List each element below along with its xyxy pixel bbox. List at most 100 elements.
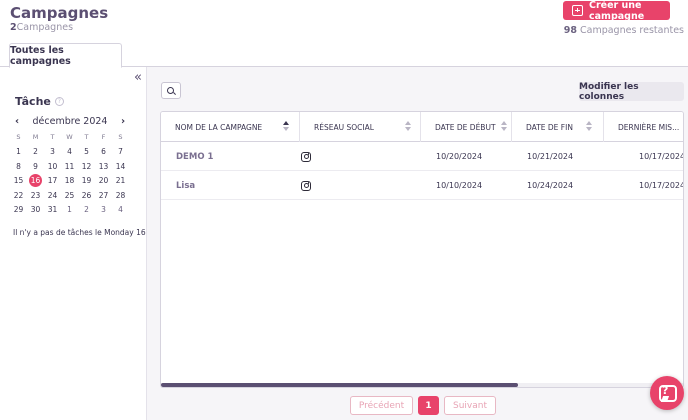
calendar-week: 15 16 17 18 19 20 21 bbox=[10, 174, 129, 189]
pagination: Précédent 1 Suivant bbox=[350, 396, 496, 415]
calendar-day[interactable]: 3 bbox=[95, 203, 112, 216]
calendar-day[interactable]: 10 bbox=[44, 160, 61, 173]
calendar-day[interactable]: 4 bbox=[112, 203, 129, 216]
create-campaign-button[interactable]: Créer une campagne bbox=[563, 0, 670, 22]
calendar-day-selected[interactable]: 16 bbox=[29, 174, 42, 188]
remaining-campaigns: 98 Campagnes restantes bbox=[564, 25, 684, 36]
campaign-count-number: 2 bbox=[10, 22, 17, 33]
sort-icon[interactable] bbox=[501, 121, 508, 133]
calendar-day[interactable]: 3 bbox=[44, 145, 61, 158]
calendar-day[interactable]: 25 bbox=[61, 189, 78, 202]
column-header-label: RÉSEAU SOCIAL bbox=[314, 122, 374, 132]
modify-columns-button[interactable]: Modifier les colonnes bbox=[579, 82, 684, 102]
calendar-day[interactable]: 1 bbox=[61, 203, 78, 216]
calendar-day[interactable]: 2 bbox=[27, 145, 44, 158]
calendar-week: 1234567 bbox=[10, 145, 129, 160]
prev-month-icon[interactable]: ‹ bbox=[10, 116, 24, 127]
task-title-text: Tâche bbox=[15, 95, 51, 108]
column-header-label: DERNIÈRE MIS... bbox=[618, 122, 680, 132]
calendar-day[interactable]: 27 bbox=[95, 189, 112, 202]
calendar-day[interactable]: 2 bbox=[78, 203, 95, 216]
sort-icon[interactable] bbox=[283, 121, 290, 133]
column-header-label: DATE DE DÉBUT bbox=[435, 122, 496, 132]
collapse-sidebar-icon[interactable]: « bbox=[134, 70, 142, 85]
calendar-day[interactable]: 19 bbox=[78, 174, 95, 187]
page-header: Campagnes 2Campagnes Créer une campagne … bbox=[0, 0, 688, 68]
network-cell bbox=[301, 171, 311, 200]
updated-date: 10/17/2024 bbox=[639, 152, 684, 161]
calendar-day[interactable]: 14 bbox=[112, 160, 129, 173]
calendar-day[interactable]: 6 bbox=[95, 145, 112, 158]
no-task-message: Il n'y a pas de tâches le Monday 16 bbox=[13, 228, 146, 237]
sort-icon[interactable] bbox=[586, 121, 593, 133]
column-header-network[interactable]: RÉSEAU SOCIAL bbox=[300, 112, 421, 142]
campaign-name[interactable]: DEMO 1 bbox=[176, 142, 213, 171]
horizontal-scrollbar[interactable] bbox=[161, 383, 683, 387]
chat-question-icon: ? bbox=[662, 384, 669, 397]
start-date: 10/20/2024 bbox=[436, 152, 483, 161]
scrollbar-thumb[interactable] bbox=[161, 383, 518, 387]
calendar-day[interactable]: 12 bbox=[78, 160, 95, 173]
current-page-button[interactable]: 1 bbox=[418, 396, 439, 415]
campaign-name[interactable]: Lisa bbox=[176, 171, 195, 200]
tab-all-campaigns[interactable]: Toutes les campagnes bbox=[9, 43, 122, 68]
column-header-label: DATE DE FIN bbox=[526, 122, 573, 132]
campaigns-table: NOM DE LA CAMPAGNE RÉSEAU SOCIAL DATE DE… bbox=[160, 111, 684, 388]
calendar-day[interactable]: 9 bbox=[27, 160, 44, 173]
column-header-end[interactable]: DATE DE FIN bbox=[512, 112, 604, 142]
next-page-button[interactable]: Suivant bbox=[444, 396, 496, 415]
calendar-day[interactable]: 7 bbox=[112, 145, 129, 158]
calendar-day[interactable]: 24 bbox=[44, 189, 61, 202]
calendar-day[interactable]: 23 bbox=[27, 189, 44, 202]
calendar-month-label: décembre 2024 bbox=[32, 115, 108, 127]
task-title: Tâche ? bbox=[15, 95, 64, 108]
calendar-day[interactable]: 22 bbox=[10, 189, 27, 202]
previous-page-button[interactable]: Précédent bbox=[350, 396, 413, 415]
plus-square-icon bbox=[572, 5, 583, 16]
calendar-day[interactable]: 1 bbox=[10, 145, 27, 158]
chat-help-button[interactable]: ? bbox=[650, 376, 684, 410]
column-header-start[interactable]: DATE DE DÉBUT bbox=[421, 112, 512, 142]
page-title: Campagnes bbox=[10, 4, 109, 22]
calendar-day[interactable]: 20 bbox=[95, 174, 112, 187]
weekday: T bbox=[50, 132, 55, 141]
remaining-label: Campagnes restantes bbox=[579, 25, 684, 36]
calendar-day[interactable]: 18 bbox=[61, 174, 78, 187]
sort-icon[interactable] bbox=[405, 121, 412, 133]
calendar-day[interactable]: 17 bbox=[44, 174, 61, 187]
calendar-day[interactable]: 8 bbox=[10, 160, 27, 173]
instagram-icon bbox=[301, 151, 311, 162]
remaining-number: 98 bbox=[563, 25, 577, 36]
calendar-day[interactable]: 28 bbox=[112, 189, 129, 202]
calendar-day[interactable]: 29 bbox=[10, 203, 27, 216]
help-icon[interactable]: ? bbox=[54, 97, 64, 106]
calendar-grid: S M T W T F S 1 2 3 4 5 6 7 8 9 10 11 12 13 14 15 16 17 1… bbox=[10, 130, 129, 217]
end-date: 10/21/2024 bbox=[527, 152, 574, 161]
weekday: S bbox=[118, 132, 123, 141]
search-button[interactable] bbox=[161, 82, 181, 99]
task-sidebar: « Tâche ? ‹ décembre 2024 › S M T W T F … bbox=[0, 67, 147, 420]
weekday: M bbox=[32, 132, 39, 141]
campaign-count-label: Campagnes bbox=[16, 22, 74, 33]
create-campaign-label: Créer une campagne bbox=[589, 0, 645, 22]
table-row[interactable]: Lisa 10/10/2024 10/24/2024 10/17/2024 bbox=[161, 171, 683, 200]
calendar-weekdays: S M T W T F S bbox=[10, 130, 129, 145]
table-row[interactable]: DEMO 1 10/20/2024 10/21/2024 10/17/2024 bbox=[161, 142, 684, 171]
calendar-day[interactable]: 21 bbox=[112, 174, 129, 187]
column-header-name[interactable]: NOM DE LA CAMPAGNE bbox=[161, 112, 300, 142]
table-header: NOM DE LA CAMPAGNE RÉSEAU SOCIAL DATE DE… bbox=[161, 112, 683, 142]
calendar-day[interactable]: 31 bbox=[44, 203, 61, 216]
calendar-day[interactable]: 15 bbox=[10, 174, 27, 187]
next-month-icon[interactable]: › bbox=[116, 116, 130, 127]
calendar-day[interactable]: 11 bbox=[61, 160, 78, 173]
weekday: S bbox=[16, 132, 21, 141]
calendar-week: 29 30 31 1 2 3 4 bbox=[10, 203, 129, 218]
network-cell bbox=[301, 142, 311, 171]
calendar-day[interactable]: 13 bbox=[95, 160, 112, 173]
calendar-day[interactable]: 30 bbox=[27, 203, 44, 216]
calendar-day[interactable]: 4 bbox=[61, 145, 78, 158]
campaigns-main: Modifier les colonnes NOM DE LA CAMPAGNE… bbox=[147, 67, 688, 420]
calendar-day[interactable]: 5 bbox=[78, 145, 95, 158]
column-header-updated[interactable]: DERNIÈRE MIS... bbox=[604, 112, 683, 142]
calendar-day[interactable]: 26 bbox=[78, 189, 95, 202]
